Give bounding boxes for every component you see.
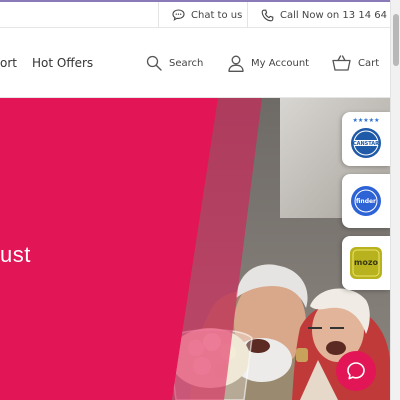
utility-divider: [247, 2, 248, 28]
chat-to-us-label: Chat to us: [191, 9, 243, 21]
nav-item-partial[interactable]: ort: [0, 28, 17, 98]
nav-item-partial-label: ort: [0, 56, 17, 70]
main-navigation: ort Hot Offers Search My Account Cart: [0, 28, 390, 98]
hero-banner: ust: [0, 98, 390, 400]
svg-text:CANSTAR: CANSTAR: [353, 141, 379, 147]
page-scrollbar[interactable]: [390, 0, 400, 400]
my-account-button[interactable]: My Account: [228, 28, 309, 98]
call-now-label: Call Now on 13 14 64: [280, 9, 387, 21]
search-button[interactable]: Search: [146, 28, 203, 98]
speech-bubble-icon: [172, 9, 185, 21]
hero-heading: ust: [0, 242, 31, 267]
user-icon: [228, 55, 244, 72]
utility-divider: [158, 2, 159, 28]
canstar-award-badge[interactable]: CANSTAR ★★★★★: [342, 112, 390, 166]
svg-text:mozo: mozo: [354, 258, 378, 267]
finder-logo: finder: [351, 186, 381, 216]
call-now-link[interactable]: Call Now on 13 14 64: [261, 2, 387, 28]
mozo-award-badge[interactable]: mozo: [342, 236, 390, 290]
nav-item-hot-offers[interactable]: Hot Offers: [32, 28, 93, 98]
hero-pink-panel: [0, 98, 262, 400]
svg-text:★★★★★: ★★★★★: [353, 117, 380, 124]
cart-button[interactable]: Cart: [332, 28, 379, 98]
cart-label: Cart: [358, 57, 380, 69]
chat-bubble-icon: [347, 362, 365, 380]
finder-award-badge[interactable]: finder: [342, 174, 390, 228]
utility-bar: Chat to us Call Now on 13 14 64: [0, 2, 390, 28]
hot-offers-label: Hot Offers: [32, 56, 94, 70]
chat-to-us-link[interactable]: Chat to us: [172, 2, 242, 28]
mozo-logo: mozo: [350, 247, 382, 279]
chat-widget-button[interactable]: [336, 351, 376, 391]
my-account-label: My Account: [251, 57, 310, 69]
scrollbar-thumb[interactable]: [393, 14, 399, 66]
cart-icon: [332, 55, 351, 71]
search-label: Search: [169, 57, 204, 69]
search-icon: [146, 55, 162, 71]
phone-icon: [261, 9, 274, 21]
svg-text:finder: finder: [356, 198, 376, 205]
canstar-logo: CANSTAR ★★★★★: [351, 117, 381, 158]
